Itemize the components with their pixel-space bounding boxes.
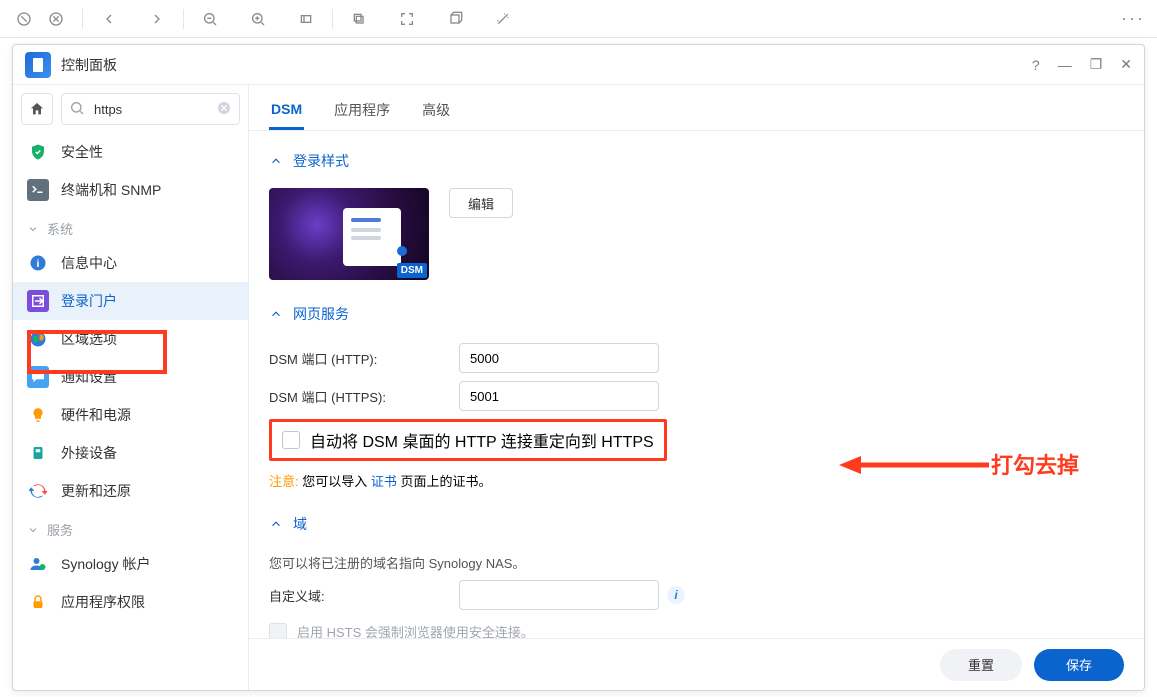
http-port-input[interactable] [459,343,659,373]
highlighted-checkbox-row: 自动将 DSM 桌面的 HTTP 连接重定向到 HTTPS [269,419,667,461]
save-button[interactable]: 保存 [1034,649,1124,681]
zoom-in-icon[interactable] [246,7,270,31]
tab-app[interactable]: 应用程序 [332,88,392,130]
panel: 登录样式 DSM 编辑 网页服务 DSM 端口 (HTTP): [249,131,1144,690]
sidebar-item-label: Synology 帐户 [61,554,150,574]
sidebar-item-app-perm[interactable]: 应用程序权限 [13,583,248,621]
edit-button[interactable]: 编辑 [449,188,513,218]
sidebar-item-label: 终端机和 SNMP [61,180,161,200]
maximize-button[interactable]: ❐ [1090,56,1103,73]
window-icon[interactable] [443,7,467,31]
sidebar-item-syno-account[interactable]: Synology 帐户 [13,545,248,583]
sidebar-item-label: 安全性 [61,142,103,162]
window-title: 控制面板 [61,55,117,75]
browser-toolbar: ··· [0,0,1157,38]
sidebar-item-label: 通知设置 [61,367,117,387]
user-icon [27,553,49,575]
chevron-up-icon [269,154,283,168]
globe-icon [27,328,49,350]
sidebar-item-label: 信息中心 [61,253,117,273]
sidebar: 安全性 终端机和 SNMP 系统 i 信息中心 登录门户 区域选项 [13,85,249,690]
checkbox-label: 自动将 DSM 桌面的 HTTP 连接重定向到 HTTPS [310,428,654,452]
sidebar-item-terminal[interactable]: 终端机和 SNMP [13,171,248,209]
sidebar-item-hardware[interactable]: 硬件和电源 [13,396,248,434]
lock-icon [27,591,49,613]
chevron-up-icon [269,307,283,321]
section-login-style[interactable]: 登录样式 [269,141,1124,182]
chevron-up-icon [269,517,283,531]
sidebar-item-label: 硬件和电源 [61,405,131,425]
tabs: DSM 应用程序 高级 [249,85,1144,131]
info-icon: i [27,252,49,274]
login-preview: DSM [269,188,429,280]
fullscreen-icon[interactable] [395,7,419,31]
row-custom-domain: 自定义域: i [269,580,1124,610]
home-button[interactable] [21,93,53,125]
control-panel-window: 控制面板 ? — ❐ ✕ 安全性 [12,44,1145,691]
cert-note: 注意: 您可以导入 证书 页面上的证书。 [269,471,1124,490]
clear-search-icon[interactable] [216,100,232,121]
redirect-https-checkbox[interactable] [282,431,300,449]
row-https-port: DSM 端口 (HTTPS): [269,381,1124,411]
sidebar-item-info[interactable]: i 信息中心 [13,244,248,282]
shield-icon [27,141,49,163]
row-http-port: DSM 端口 (HTTP): [269,343,1124,373]
copy-icon[interactable] [347,7,371,31]
section-web[interactable]: 网页服务 [269,294,1124,335]
cert-link[interactable]: 证书 [371,474,397,489]
app-icon [25,52,51,78]
login-portal-icon [27,290,49,312]
update-icon [27,480,49,502]
chat-icon [27,366,49,388]
sidebar-item-label: 登录门户 [61,291,117,311]
section-domain[interactable]: 域 [269,504,1124,545]
sidebar-item-update[interactable]: 更新和还原 [13,472,248,510]
more-icon[interactable]: ··· [1121,8,1145,29]
sidebar-item-label: 区域选项 [61,329,117,349]
fit-icon[interactable] [294,7,318,31]
tab-dsm[interactable]: DSM [269,89,304,130]
sidebar-item-external[interactable]: 外接设备 [13,434,248,472]
terminal-icon [27,179,49,201]
stop-icon[interactable] [12,7,36,31]
search-box [61,93,240,125]
zoom-out-icon[interactable] [198,7,222,31]
search-input[interactable] [61,93,240,125]
footer: 重置 保存 [249,638,1144,690]
chevron-down-icon [27,223,39,235]
close-button[interactable]: ✕ [1120,56,1132,73]
info-icon[interactable]: i [667,586,685,604]
content-area: DSM 应用程序 高级 登录样式 DSM 编辑 [249,85,1144,690]
https-port-input[interactable] [459,381,659,411]
custom-domain-input[interactable] [459,580,659,610]
titlebar: 控制面板 ? — ❐ ✕ [13,45,1144,85]
sidebar-item-label: 应用程序权限 [61,592,145,612]
group-system[interactable]: 系统 [13,209,248,244]
reload-icon[interactable] [44,7,68,31]
forward-icon[interactable] [145,7,169,31]
help-button[interactable]: ? [1032,57,1040,73]
sidebar-item-notify[interactable]: 通知设置 [13,358,248,396]
minimize-button[interactable]: — [1058,57,1072,73]
chevron-down-icon [27,524,39,536]
svg-text:i: i [37,258,40,270]
back-icon[interactable] [97,7,121,31]
external-icon [27,442,49,464]
sidebar-item-security[interactable]: 安全性 [13,133,248,171]
sidebar-item-label: 外接设备 [61,443,117,463]
search-icon [69,100,85,121]
domain-desc: 您可以将已注册的域名指向 Synology NAS。 [269,553,1124,572]
sidebar-item-region[interactable]: 区域选项 [13,320,248,358]
tab-adv[interactable]: 高级 [420,88,452,130]
group-service[interactable]: 服务 [13,510,248,545]
sidebar-item-login[interactable]: 登录门户 [13,282,248,320]
bulb-icon [27,404,49,426]
wand-icon[interactable] [491,7,515,31]
reset-button[interactable]: 重置 [940,649,1022,681]
dsm-badge: DSM [397,263,427,278]
sidebar-item-label: 更新和还原 [61,481,131,501]
